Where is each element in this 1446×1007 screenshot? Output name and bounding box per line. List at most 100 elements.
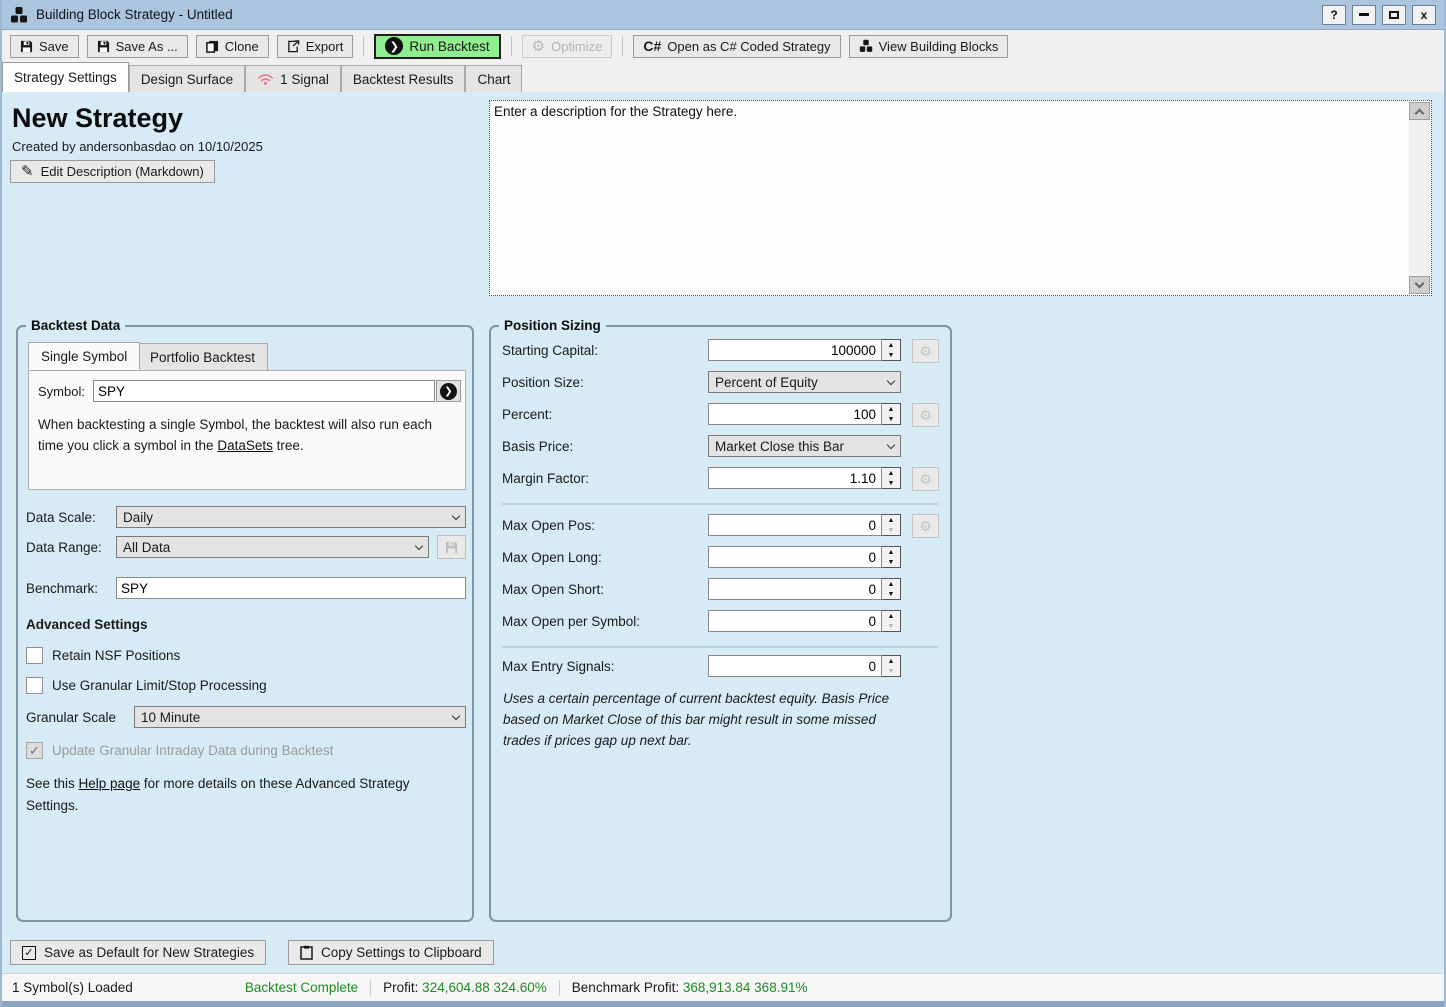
minimize-button[interactable] — [1352, 5, 1376, 25]
symbol-go-button[interactable]: ❯ — [436, 380, 461, 402]
separator — [502, 646, 938, 648]
save-default-button[interactable]: ✓ Save as Default for New Strategies — [10, 940, 266, 965]
spin-down-icon[interactable]: ▼ — [882, 414, 900, 424]
spinner-arrows[interactable]: ▲▼ — [882, 578, 901, 600]
tab-single-symbol[interactable]: Single Symbol — [28, 342, 140, 370]
backtest-data-group: Backtest Data Single Symbol Portfolio Ba… — [16, 318, 474, 922]
datasets-link[interactable]: DataSets — [217, 438, 273, 453]
open-csharp-button[interactable]: C# Open as C# Coded Strategy — [633, 35, 840, 58]
maximize-icon — [1389, 11, 1399, 19]
position-sizing-group: Position Sizing Starting Capital: ▲▼ ⚙ P… — [489, 318, 952, 922]
help-page-link[interactable]: Help page — [79, 776, 141, 791]
chevron-down-icon — [452, 711, 460, 719]
basis-price-select[interactable]: Market Close this Bar — [708, 435, 901, 457]
spinner-arrows[interactable]: ▲▼ — [882, 655, 901, 677]
max-open-long-input[interactable] — [708, 546, 882, 568]
data-range-label: Data Range: — [26, 540, 102, 555]
max-entry-signals-input[interactable] — [708, 655, 882, 677]
spin-down-icon[interactable]: ▼ — [882, 525, 900, 535]
spinner-arrows[interactable]: ▲▼ — [882, 610, 901, 632]
save-data-range-button — [437, 535, 466, 559]
spinner-arrows[interactable]: ▲▼ — [882, 514, 901, 536]
symbol-input[interactable] — [93, 380, 435, 402]
margin-factor-input[interactable] — [708, 467, 882, 489]
spin-down-icon[interactable]: ▼ — [882, 666, 900, 676]
gears-icon: ⚙ — [919, 408, 932, 422]
tab-backtest-results[interactable]: Backtest Results — [341, 65, 466, 92]
clone-button[interactable]: Clone — [196, 35, 269, 58]
maximize-button[interactable] — [1382, 5, 1406, 25]
spinner-arrows[interactable]: ▲▼ — [882, 339, 901, 361]
export-button[interactable]: Export — [277, 35, 354, 58]
max-open-long-spinner[interactable]: ▲▼ — [708, 546, 901, 568]
run-backtest-button[interactable]: ❯ Run Backtest — [374, 34, 500, 59]
spin-up-icon[interactable]: ▲ — [882, 547, 900, 557]
max-open-short-label: Max Open Short: — [502, 582, 604, 597]
tab-strategy-settings[interactable]: Strategy Settings — [2, 62, 129, 92]
spin-down-icon[interactable]: ▼ — [882, 478, 900, 488]
spin-up-icon[interactable]: ▲ — [882, 515, 900, 525]
description-text[interactable]: Enter a description for the Strategy her… — [494, 104, 1405, 119]
scroll-down-icon[interactable] — [1409, 276, 1430, 294]
spin-up-icon[interactable]: ▲ — [882, 579, 900, 589]
chevron-down-icon — [415, 541, 423, 549]
chevron-down-icon — [887, 376, 895, 384]
percent-input[interactable] — [708, 403, 882, 425]
signal-icon — [257, 72, 274, 86]
spin-up-icon[interactable]: ▲ — [882, 468, 900, 478]
profit-value: 324,604.88 324.60% — [422, 980, 547, 995]
help-button[interactable]: ? — [1322, 5, 1346, 25]
granular-limit-checkbox[interactable]: Use Granular Limit/Stop Processing — [26, 677, 267, 694]
tab-design-surface[interactable]: Design Surface — [129, 65, 245, 92]
copy-settings-button[interactable]: Copy Settings to Clipboard — [288, 940, 494, 965]
margin-factor-spinner[interactable]: ▲▼ — [708, 467, 901, 489]
tab-signal[interactable]: 1 Signal — [245, 65, 341, 92]
spinner-arrows[interactable]: ▲▼ — [882, 467, 901, 489]
max-open-per-symbol-input[interactable] — [708, 610, 882, 632]
checkbox-checked-icon: ✓ — [26, 742, 43, 759]
max-open-pos-gear-button: ⚙ — [912, 514, 939, 538]
spin-down-icon[interactable]: ▼ — [882, 589, 900, 599]
position-size-select[interactable]: Percent of Equity — [708, 371, 901, 393]
spinner-arrows[interactable]: ▲▼ — [882, 403, 901, 425]
spin-down-icon[interactable]: ▼ — [882, 621, 900, 631]
tab-chart[interactable]: Chart — [465, 65, 522, 92]
spin-up-icon[interactable]: ▲ — [882, 340, 900, 350]
statusbar-separator — [559, 980, 560, 996]
max-open-short-spinner[interactable]: ▲▼ — [708, 578, 901, 600]
edit-description-button[interactable]: ✎ Edit Description (Markdown) — [10, 160, 215, 183]
view-building-blocks-button[interactable]: View Building Blocks — [849, 35, 1009, 58]
spinner-arrows[interactable]: ▲▼ — [882, 546, 901, 568]
toolbar: Save Save As ... Clone Export ❯ Run Back… — [2, 30, 1444, 62]
spin-down-icon[interactable]: ▼ — [882, 350, 900, 360]
data-range-select[interactable]: All Data — [116, 536, 429, 558]
save-button[interactable]: Save — [10, 35, 79, 58]
granular-scale-select[interactable]: 10 Minute — [134, 706, 466, 728]
benchmark-input[interactable] — [116, 577, 466, 599]
minimize-icon — [1359, 13, 1369, 16]
window-title: Building Block Strategy - Untitled — [36, 7, 233, 22]
close-button[interactable]: x — [1412, 5, 1436, 25]
max-entry-signals-spinner[interactable]: ▲▼ — [708, 655, 901, 677]
scroll-up-icon[interactable] — [1409, 102, 1430, 120]
max-open-pos-spinner[interactable]: ▲▼ — [708, 514, 901, 536]
max-open-pos-input[interactable] — [708, 514, 882, 536]
max-open-per-symbol-spinner[interactable]: ▲▼ — [708, 610, 901, 632]
spin-up-icon[interactable]: ▲ — [882, 656, 900, 666]
spin-up-icon[interactable]: ▲ — [882, 404, 900, 414]
tab-portfolio-backtest[interactable]: Portfolio Backtest — [137, 343, 268, 371]
starting-capital-spinner[interactable]: ▲▼ — [708, 339, 901, 361]
description-scrollbar[interactable] — [1409, 102, 1430, 294]
retain-nsf-checkbox[interactable]: Retain NSF Positions — [26, 647, 180, 664]
starting-capital-input[interactable] — [708, 339, 882, 361]
max-open-short-input[interactable] — [708, 578, 882, 600]
profit-label: Profit: — [383, 980, 418, 995]
description-editor[interactable]: Enter a description for the Strategy her… — [489, 100, 1432, 296]
save-as-button[interactable]: Save As ... — [87, 35, 188, 58]
spin-up-icon[interactable]: ▲ — [882, 611, 900, 621]
single-symbol-hint: When backtesting a single Symbol, the ba… — [38, 415, 450, 457]
percent-spinner[interactable]: ▲▼ — [708, 403, 901, 425]
data-scale-select[interactable]: Daily — [116, 506, 466, 528]
spin-down-icon[interactable]: ▼ — [882, 557, 900, 567]
statusbar-separator — [370, 980, 371, 996]
